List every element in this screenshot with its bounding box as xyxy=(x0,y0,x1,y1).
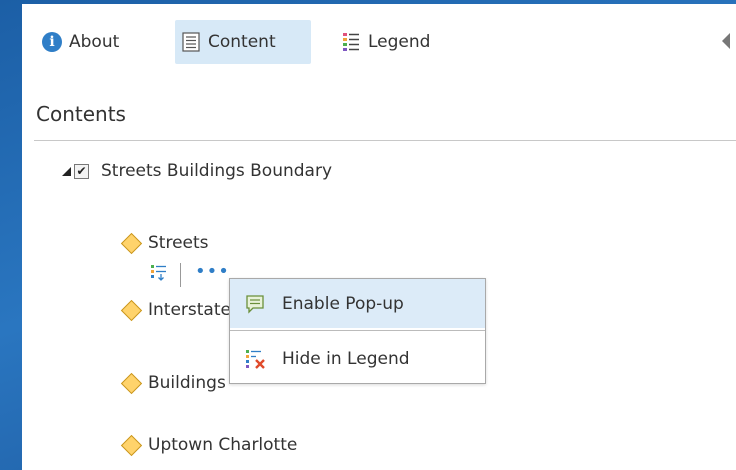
section-title: Contents xyxy=(36,102,126,126)
layer-tools: ••• xyxy=(150,263,230,287)
layer-group-label: Streets Buildings Boundary xyxy=(101,161,333,181)
legend-toggle-icon[interactable] xyxy=(150,264,168,286)
tab-bar: i About Content Legend xyxy=(22,4,736,86)
layer-item-buildings[interactable]: Buildings xyxy=(120,372,226,394)
info-icon: i xyxy=(42,32,62,52)
menu-item-label: Enable Pop-up xyxy=(282,293,404,314)
layer-item-streets[interactable]: Streets xyxy=(120,232,209,254)
layer-group-row: ✔ Streets Buildings Boundary xyxy=(62,161,332,181)
legend-icon xyxy=(341,32,361,52)
layer-label: Buildings xyxy=(148,373,226,393)
enable-popup-menu-item[interactable]: Enable Pop-up xyxy=(230,279,485,328)
layer-symbol-icon xyxy=(120,434,143,456)
popup-icon xyxy=(244,293,266,315)
layer-symbol-icon xyxy=(120,299,143,321)
tool-separator xyxy=(180,263,181,287)
layer-symbol-icon xyxy=(120,372,143,394)
menu-item-label: Hide in Legend xyxy=(282,348,410,369)
tab-legend-label: Legend xyxy=(368,32,431,52)
divider xyxy=(34,140,736,141)
tab-about-label: About xyxy=(69,32,120,52)
layer-symbol-icon xyxy=(120,232,143,254)
layer-group-checkbox[interactable]: ✔ xyxy=(74,163,89,179)
layer-context-menu: Enable Pop-up Hide in Legend xyxy=(229,278,486,384)
layer-label: Streets xyxy=(148,233,209,253)
menu-divider xyxy=(230,330,485,331)
layer-label: Uptown Charlotte xyxy=(148,435,298,455)
layer-item-uptown-charlotte[interactable]: Uptown Charlotte xyxy=(120,434,298,456)
tab-about[interactable]: i About xyxy=(36,20,125,64)
layer-item-interstates[interactable]: Interstates xyxy=(120,299,240,321)
layer-label: Interstates xyxy=(148,300,240,320)
tab-content-label: Content xyxy=(208,32,276,52)
hide-legend-icon xyxy=(244,348,266,370)
hide-in-legend-menu-item[interactable]: Hide in Legend xyxy=(230,334,485,383)
contents-panel: i About Content Legend Contents ✔ Street… xyxy=(22,4,736,470)
expand-triangle-icon[interactable] xyxy=(62,166,71,176)
tab-content[interactable]: Content xyxy=(175,20,311,64)
more-options-icon[interactable]: ••• xyxy=(195,263,230,281)
content-list-icon xyxy=(181,32,201,52)
tab-legend[interactable]: Legend xyxy=(335,20,436,64)
collapse-panel-arrow-icon[interactable] xyxy=(722,33,730,49)
